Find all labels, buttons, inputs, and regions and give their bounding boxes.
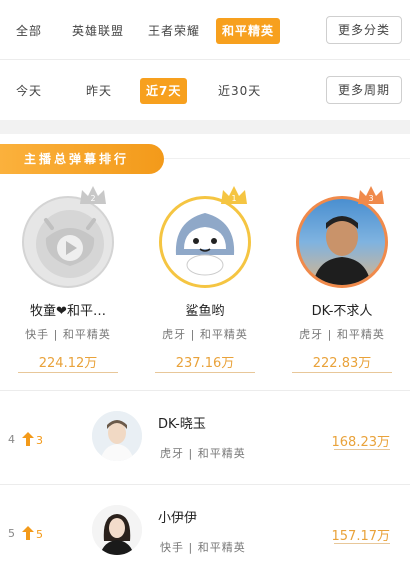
period-chip-today[interactable]: 今天: [10, 78, 48, 104]
category-chip-all[interactable]: 全部: [10, 18, 48, 44]
danmaku-count: 224.12万: [38, 356, 98, 371]
rank-up-arrow-icon: [22, 432, 34, 446]
danmaku-count: 237.16万: [175, 356, 235, 371]
streamer-platform: 虎牙 | 和平精英: [299, 328, 385, 341]
value-underline: [155, 372, 255, 373]
more-categories-button[interactable]: 更多分类: [326, 16, 402, 44]
streamer-name: 牧童❤和平…: [30, 304, 106, 319]
period-filter-bar: 今天 昨天 近7天 近30天 更多周期: [0, 60, 410, 120]
category-filter-bar: 全部 英雄联盟 王者荣耀 和平精英 更多分类: [0, 0, 410, 60]
bronze-crown-icon: 3: [358, 186, 384, 204]
period-chip-7days[interactable]: 近7天: [140, 78, 188, 104]
danmaku-count: 168.23万: [331, 435, 391, 450]
avatar: [92, 505, 142, 555]
rank-number: 4: [8, 433, 15, 446]
streamer-name: 鲨鱼哟: [185, 304, 225, 319]
period-chip-30days[interactable]: 近30天: [212, 78, 267, 104]
avatar: [159, 196, 251, 288]
avatar: [22, 196, 114, 288]
streamer-name: DK-晓玉: [158, 417, 206, 432]
podium-item-rank-2[interactable]: 2 牧童❤和平… 快手 | 和平精英 224.12万: [0, 184, 136, 371]
svg-text:3: 3: [368, 194, 373, 203]
value-underline: [292, 372, 392, 373]
person-photo-icon: [92, 411, 142, 461]
person-photo-icon: [313, 216, 371, 285]
streamer-platform: 快手 | 和平精英: [25, 328, 111, 341]
silver-crown-icon: 2: [80, 186, 106, 204]
podium-item-rank-3[interactable]: 3 DK-不求人 虎牙 | 和平精英 222.83万: [274, 184, 410, 371]
placeholder-logo-icon: [36, 210, 104, 278]
value-underline: [334, 543, 390, 544]
period-chip-yesterday[interactable]: 昨天: [80, 78, 118, 104]
danmaku-count: 222.83万: [312, 356, 372, 371]
category-chip-peacekeeper-elite[interactable]: 和平精英: [216, 18, 281, 44]
category-chip-lol[interactable]: 英雄联盟: [66, 18, 130, 44]
shark-avatar-icon: [175, 213, 235, 276]
gold-crown-icon: 1: [221, 186, 247, 204]
rank-up-arrow-icon: [22, 526, 34, 540]
svg-text:1: 1: [231, 194, 236, 203]
streamer-platform: 虎牙 | 和平精英: [160, 447, 246, 460]
avatar: [296, 196, 388, 288]
person-photo-icon: [92, 505, 142, 555]
rank-number: 5: [8, 527, 15, 540]
rank-change: 5: [36, 528, 43, 541]
list-item[interactable]: 5 5 小伊伊 快手 | 和平精英 157.17万: [0, 484, 410, 578]
podium-item-rank-1[interactable]: 1 鲨鱼哟 虎牙 | 和平精英 237.16万: [137, 184, 273, 371]
list-item[interactable]: 4 3 DK-晓玉 虎牙 | 和平精英 168.23万: [0, 390, 410, 484]
value-underline: [18, 372, 118, 373]
category-chip-honor-of-kings[interactable]: 王者荣耀: [142, 18, 206, 44]
more-periods-button[interactable]: 更多周期: [326, 76, 402, 104]
streamer-platform: 虎牙 | 和平精英: [162, 328, 248, 341]
section-divider: [164, 158, 410, 159]
rank-change: 3: [36, 434, 43, 447]
danmaku-count: 157.17万: [331, 529, 391, 544]
streamer-name: 小伊伊: [158, 511, 198, 526]
value-underline: [334, 449, 390, 450]
svg-text:2: 2: [90, 194, 95, 203]
streamer-platform: 快手 | 和平精英: [160, 541, 246, 554]
streamer-name: DK-不求人: [311, 304, 373, 319]
avatar: [92, 411, 142, 461]
section-title: 主播总弹幕排行: [0, 144, 164, 174]
section-separator: [0, 120, 410, 134]
